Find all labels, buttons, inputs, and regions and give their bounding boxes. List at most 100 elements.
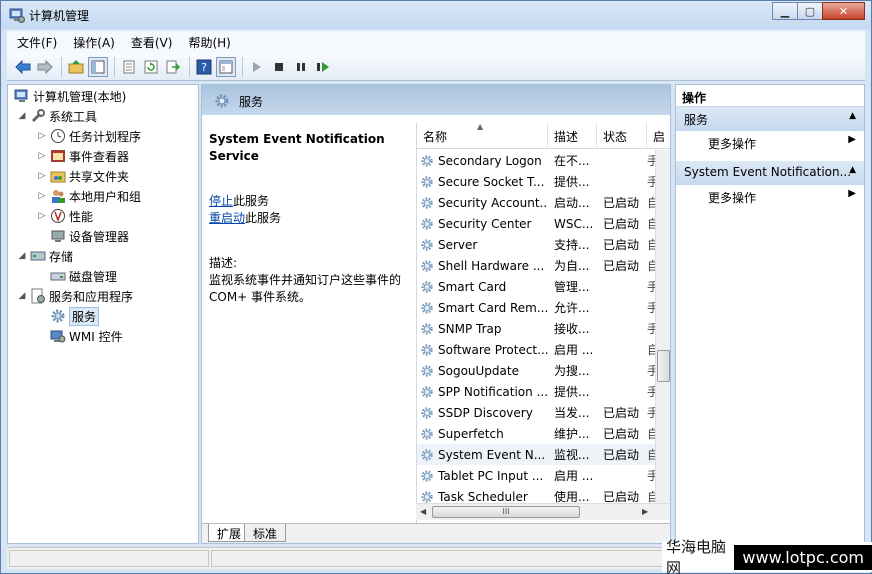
table-row[interactable]: Secondary Logon 在不... 手 — [417, 150, 655, 171]
pause-service-button[interactable] — [291, 57, 311, 77]
restart-service-button[interactable] — [313, 57, 333, 77]
help-button[interactable]: ? — [194, 57, 214, 77]
up-button[interactable] — [66, 57, 86, 77]
cell-name: Software Protect... — [417, 343, 548, 357]
collapse-icon[interactable]: ◢ — [16, 291, 28, 301]
tree-label: 系统工具 — [49, 109, 98, 124]
table-row[interactable]: System Event N... 监视... 已启动自 — [417, 444, 655, 465]
properties-button[interactable] — [119, 57, 139, 77]
title-bar[interactable]: 计算机管理 ▁ ▢ ✕ — [1, 1, 871, 29]
column-header-status[interactable]: 状态 — [597, 123, 647, 149]
menu-help[interactable]: 帮助(H) — [188, 34, 230, 51]
table-row[interactable]: Software Protect... 启用 ... 自 — [417, 339, 655, 360]
table-row[interactable]: Security Account... 启动... 已启动自 — [417, 192, 655, 213]
expand-icon[interactable]: ▷ — [36, 191, 48, 201]
collapse-icon[interactable]: ◢ — [16, 251, 28, 261]
cell-startup: 自 — [647, 257, 655, 274]
service-name: System Event N... — [438, 447, 546, 462]
maximize-button[interactable]: ▢ — [797, 2, 823, 20]
menu-file[interactable]: 文件(F) — [17, 34, 57, 51]
table-row[interactable]: SNMP Trap 接收... 手 — [417, 318, 655, 339]
table-row[interactable]: Server 支持... 已启动自 — [417, 234, 655, 255]
more-actions-item[interactable]: 更多操作 ▶ — [676, 185, 864, 209]
console-tree-button[interactable] — [88, 56, 108, 77]
close-button[interactable]: ✕ — [822, 2, 865, 20]
tree-item-disk-management[interactable]: 磁盘管理 — [48, 266, 117, 286]
tree-item-event-viewer[interactable]: ▷ 事件查看器 — [36, 146, 129, 166]
cell-description: 接收... — [554, 322, 590, 336]
restart-service-link[interactable]: 重启动 — [209, 211, 245, 225]
table-row[interactable]: Smart Card 管理... 手 — [417, 276, 655, 297]
table-row[interactable]: Superfetch 维护... 已启动自 — [417, 423, 655, 444]
expand-icon[interactable]: ▷ — [36, 151, 48, 161]
menu-view[interactable]: 查看(V) — [131, 34, 173, 51]
tree-item-local-users[interactable]: ▷ 本地用户和组 — [36, 186, 141, 206]
cell-startup: 手 — [647, 467, 655, 484]
table-row[interactable]: Secure Socket T... 提供... 手 — [417, 171, 655, 192]
properties-icon — [123, 60, 135, 73]
expand-icon[interactable]: ▷ — [36, 171, 48, 181]
service-name: SNMP Trap — [438, 321, 502, 336]
tree-item-task-scheduler[interactable]: ▷ 任务计划程序 — [36, 126, 141, 146]
menu-bar: 文件(F) 操作(A) 查看(V) 帮助(H) — [7, 31, 865, 53]
refresh-button[interactable] — [141, 57, 161, 77]
table-row[interactable]: Shell Hardware ... 为自... 已启动自 — [417, 255, 655, 276]
view-button[interactable] — [216, 56, 236, 77]
more-actions-item[interactable]: 更多操作 ▶ — [676, 131, 864, 155]
horizontal-scrollbar[interactable]: ◀ III ▶ — [416, 503, 670, 520]
table-row[interactable]: SPP Notification ... 提供... 手 — [417, 381, 655, 402]
column-header-startup[interactable]: 启 — [647, 123, 670, 149]
collapse-icon[interactable]: ◢ — [16, 111, 28, 121]
scroll-thumb[interactable]: III — [432, 506, 580, 518]
expand-icon[interactable]: ▷ — [36, 131, 48, 141]
tree-item-device-manager[interactable]: 设备管理器 — [48, 226, 129, 246]
table-row[interactable]: Smart Card Rem... 允许... 手 — [417, 297, 655, 318]
vertical-scrollbar[interactable] — [655, 150, 670, 510]
tree-item-performance[interactable]: ▷ 性能 — [36, 206, 93, 226]
tree-item-services[interactable]: 服务 — [48, 306, 100, 326]
start-service-button[interactable] — [247, 57, 267, 77]
table-row[interactable]: SogouUpdate 为搜... 手 — [417, 360, 655, 381]
cell-startup: 手 — [647, 152, 655, 169]
actions-section-selected-service[interactable]: System Event Notification... ▲ — [676, 161, 864, 185]
expand-icon[interactable]: ▷ — [36, 211, 48, 221]
gear-icon — [421, 259, 433, 272]
collapse-icon[interactable]: ▲ — [849, 111, 856, 121]
tree-item-shared-folders[interactable]: ▷ 共享文件夹 — [36, 166, 129, 186]
cell-status: 已启动 — [603, 196, 640, 210]
wmi-icon — [50, 330, 66, 343]
tree-root[interactable]: 计算机管理(本地) — [12, 86, 126, 106]
menu-action[interactable]: 操作(A) — [73, 34, 115, 51]
list-header: ▲ 名称 描述 状态 启 — [417, 122, 670, 149]
stop-service-button[interactable] — [269, 57, 289, 77]
cell-startup: 自 — [647, 194, 655, 211]
svg-text:?: ? — [201, 61, 207, 74]
tree-item-services-apps[interactable]: ◢ 服务和应用程序 — [16, 286, 133, 306]
table-row[interactable]: Security Center WSC... 已启动自 — [417, 213, 655, 234]
back-button[interactable] — [13, 57, 33, 77]
service-name: Security Account... — [438, 195, 548, 210]
tree-item-system-tools[interactable]: ◢ 系统工具 — [16, 106, 97, 126]
section-label: 服务 — [684, 113, 709, 127]
scroll-right-icon[interactable]: ▶ — [642, 507, 648, 516]
table-row[interactable]: SSDP Discovery 当发... 已启动手 — [417, 402, 655, 423]
collapse-icon[interactable]: ▲ — [849, 165, 856, 175]
window: 计算机管理 ▁ ▢ ✕ 文件(F) 操作(A) 查看(V) 帮助(H) ? 计算… — [0, 0, 872, 574]
column-header-name[interactable]: ▲ 名称 — [417, 122, 548, 149]
actions-section-services[interactable]: 服务 ▲ — [676, 107, 864, 131]
console-tree: 计算机管理(本地) ◢ 系统工具 ▷ 任务计划程序 ▷ 事件查看器 ▷ 共享文件… — [7, 84, 199, 544]
export-button[interactable] — [163, 57, 183, 77]
tab-standard[interactable]: 标准 — [244, 524, 287, 542]
tree-item-wmi-control[interactable]: WMI 控件 — [48, 326, 123, 346]
minimize-button[interactable]: ▁ — [772, 2, 798, 20]
scroll-thumb[interactable] — [657, 350, 670, 382]
table-row[interactable]: Tablet PC Input ... 启用 ... 手 — [417, 465, 655, 486]
column-header-description[interactable]: 描述 — [548, 123, 597, 149]
tree-item-storage[interactable]: ◢ 存储 — [16, 246, 73, 266]
gear-icon — [421, 280, 433, 293]
forward-button[interactable] — [35, 57, 55, 77]
cell-startup: 自 — [647, 236, 655, 253]
restart-icon — [317, 61, 329, 72]
scroll-left-icon[interactable]: ◀ — [420, 507, 426, 516]
stop-service-link[interactable]: 停止 — [209, 194, 233, 208]
